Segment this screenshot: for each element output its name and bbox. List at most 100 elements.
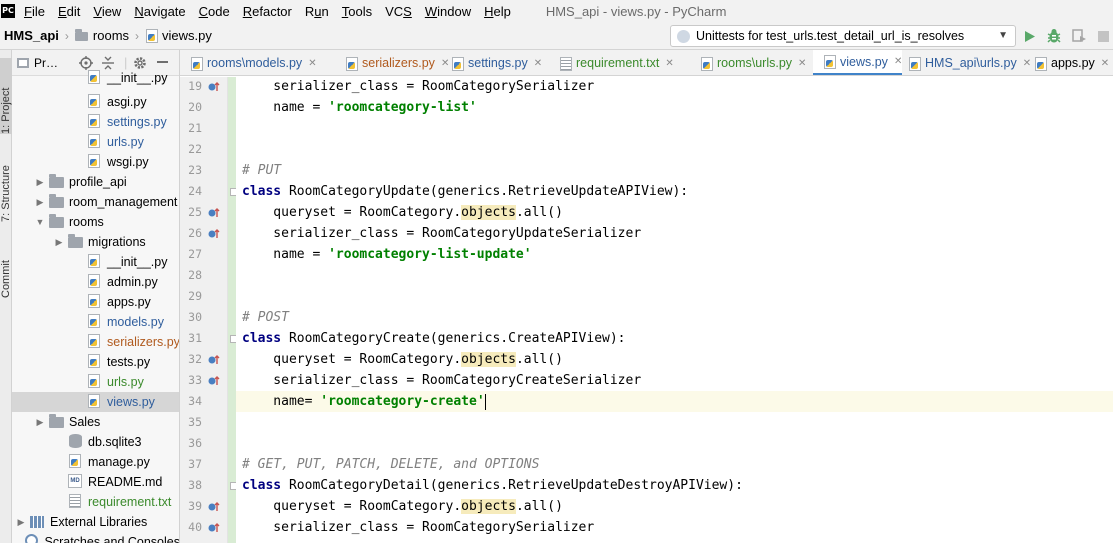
tree-folder[interactable]: ▼ rooms	[12, 212, 179, 232]
editor-tab[interactable]: settings.py ✕	[441, 50, 542, 75]
python-file-icon	[87, 354, 103, 370]
folder-icon	[68, 234, 84, 250]
python-file-icon	[68, 454, 84, 470]
override-method-icon[interactable]	[207, 227, 221, 241]
override-method-icon[interactable]	[207, 353, 221, 367]
close-icon[interactable]: ✕	[665, 58, 673, 69]
chevron-right-icon[interactable]: ▶	[35, 417, 45, 428]
close-icon[interactable]: ✕	[534, 58, 542, 69]
breadcrumb: HMS_api › rooms › views.py	[4, 28, 212, 43]
python-file-icon	[145, 28, 159, 43]
tree-file[interactable]: MD README.md	[12, 472, 179, 492]
breadcrumb-project[interactable]: HMS_api	[4, 28, 59, 43]
tree-item-label: tests.py	[107, 355, 151, 369]
folder-icon	[49, 214, 65, 230]
code-line: # PUT	[236, 160, 1113, 181]
python-file-icon	[87, 314, 103, 330]
folder-icon	[49, 174, 65, 190]
close-icon[interactable]: ✕	[1101, 58, 1109, 69]
breadcrumb-file[interactable]: views.py	[162, 28, 212, 43]
tree-file[interactable]: __init__.py	[12, 68, 179, 88]
menu-vcs[interactable]: VCS	[385, 4, 412, 19]
comment-token: # PUT	[242, 163, 282, 178]
menu-code[interactable]: Code	[199, 4, 230, 19]
chevron-right-icon[interactable]: ▶	[35, 197, 45, 208]
menu-mnemonic: W	[424, 3, 438, 19]
tree-file[interactable]: requirement.txt	[12, 492, 179, 512]
tree-file[interactable]: wsgi.py	[12, 152, 179, 172]
line-number: 31	[188, 331, 202, 345]
menu-view[interactable]: View	[93, 4, 121, 19]
tree-file[interactable]: views.py	[12, 392, 179, 412]
chevron-right-icon[interactable]: ▶	[16, 517, 26, 528]
debug-button[interactable]	[1045, 27, 1063, 45]
editor-tab[interactable]: apps.py ✕	[1024, 50, 1109, 75]
tree-file[interactable]: settings.py	[12, 112, 179, 132]
tree-file[interactable]: manage.py	[12, 452, 179, 472]
chevron-right-icon[interactable]: ▶	[54, 237, 64, 248]
close-icon[interactable]: ✕	[308, 58, 316, 69]
override-method-icon[interactable]	[207, 206, 221, 220]
python-file-icon	[87, 394, 103, 410]
tree-file[interactable]: ▶ External Libraries	[12, 512, 179, 532]
menu-help[interactable]: Help	[484, 4, 511, 19]
tree-file[interactable]: serializers.py	[12, 332, 179, 352]
commit-tab-label: Commit	[0, 260, 12, 298]
highlighted-token: objects	[461, 205, 516, 220]
scratches-icon	[24, 534, 41, 543]
tree-file[interactable]: admin.py	[12, 272, 179, 292]
tree-file[interactable]: __init__.py	[12, 252, 179, 272]
tree-folder[interactable]: ▶ profile_api	[12, 172, 179, 192]
tree-folder[interactable]: ▶ Sales	[12, 412, 179, 432]
override-method-icon[interactable]	[207, 500, 221, 514]
editor-tab[interactable]: requirement.txt ✕	[549, 50, 674, 75]
breadcrumb-folder[interactable]: rooms	[93, 28, 129, 43]
menu-edit[interactable]: Edit	[58, 4, 80, 19]
tree-file[interactable]: asgi.py	[12, 92, 179, 112]
menu-navigate[interactable]: Navigate	[134, 4, 185, 19]
run-configuration-select[interactable]: Unittests for test_urls.test_detail_url_…	[670, 25, 1016, 47]
tree-folder[interactable]: ▶ room_management	[12, 192, 179, 212]
tree-file[interactable]: db.sqlite3	[12, 432, 179, 452]
code-token: RoomCategoryUpdate(generics.RetrieveUpda…	[281, 184, 689, 199]
chevron-right-icon[interactable]: ▶	[35, 177, 45, 188]
override-method-icon[interactable]	[207, 521, 221, 535]
line-number: 37	[188, 457, 202, 471]
chevron-down-icon[interactable]: ▼	[35, 217, 45, 227]
tree-item-label: db.sqlite3	[88, 435, 142, 449]
tree-file[interactable]: tests.py	[12, 352, 179, 372]
editor-tab[interactable]: serializers.py ✕	[335, 50, 449, 75]
editor-tab[interactable]: HMS_api\urls.py ✕	[898, 50, 1031, 75]
tree-item-label: models.py	[107, 315, 164, 329]
tree-folder[interactable]: ▶ migrations	[12, 232, 179, 252]
menu-window[interactable]: Window	[425, 4, 471, 19]
menu-run[interactable]: Run	[305, 4, 329, 19]
override-method-icon[interactable]	[207, 80, 221, 94]
close-icon[interactable]: ✕	[798, 58, 806, 69]
editor-tab[interactable]: rooms\urls.py ✕	[690, 50, 806, 75]
text-caret	[484, 393, 486, 410]
override-method-icon[interactable]	[207, 374, 221, 388]
menu-file[interactable]: File	[24, 4, 45, 19]
tree-file[interactable]: models.py	[12, 312, 179, 332]
tree-file[interactable]: Scratches and Consoles	[12, 532, 179, 543]
text-file-icon	[68, 494, 84, 510]
code-editor[interactable]: serializer_class = RoomCategorySerialize…	[236, 77, 1113, 543]
editor-tab[interactable]: rooms\models.py ✕	[180, 50, 317, 75]
menu-tools[interactable]: Tools	[342, 4, 372, 19]
menu-mnemonic: F	[24, 3, 32, 19]
minimize-icon[interactable]	[157, 61, 168, 63]
run-button[interactable]	[1021, 27, 1039, 45]
menu-refactor[interactable]: Refactor	[243, 4, 292, 19]
tree-file[interactable]: apps.py	[12, 292, 179, 312]
line-number: 28	[188, 268, 202, 282]
tree-file[interactable]: urls.py	[12, 372, 179, 392]
menu-mnemonic: C	[198, 3, 209, 19]
tab-label: requirement.txt	[576, 56, 660, 70]
stop-button[interactable]	[1094, 27, 1112, 45]
editor-tab[interactable]: views.py ✕	[813, 50, 903, 75]
coverage-button[interactable]	[1070, 27, 1088, 45]
tree-file[interactable]: urls.py	[12, 132, 179, 152]
python-file-icon	[87, 134, 103, 150]
tree-item-label: Sales	[69, 415, 101, 429]
